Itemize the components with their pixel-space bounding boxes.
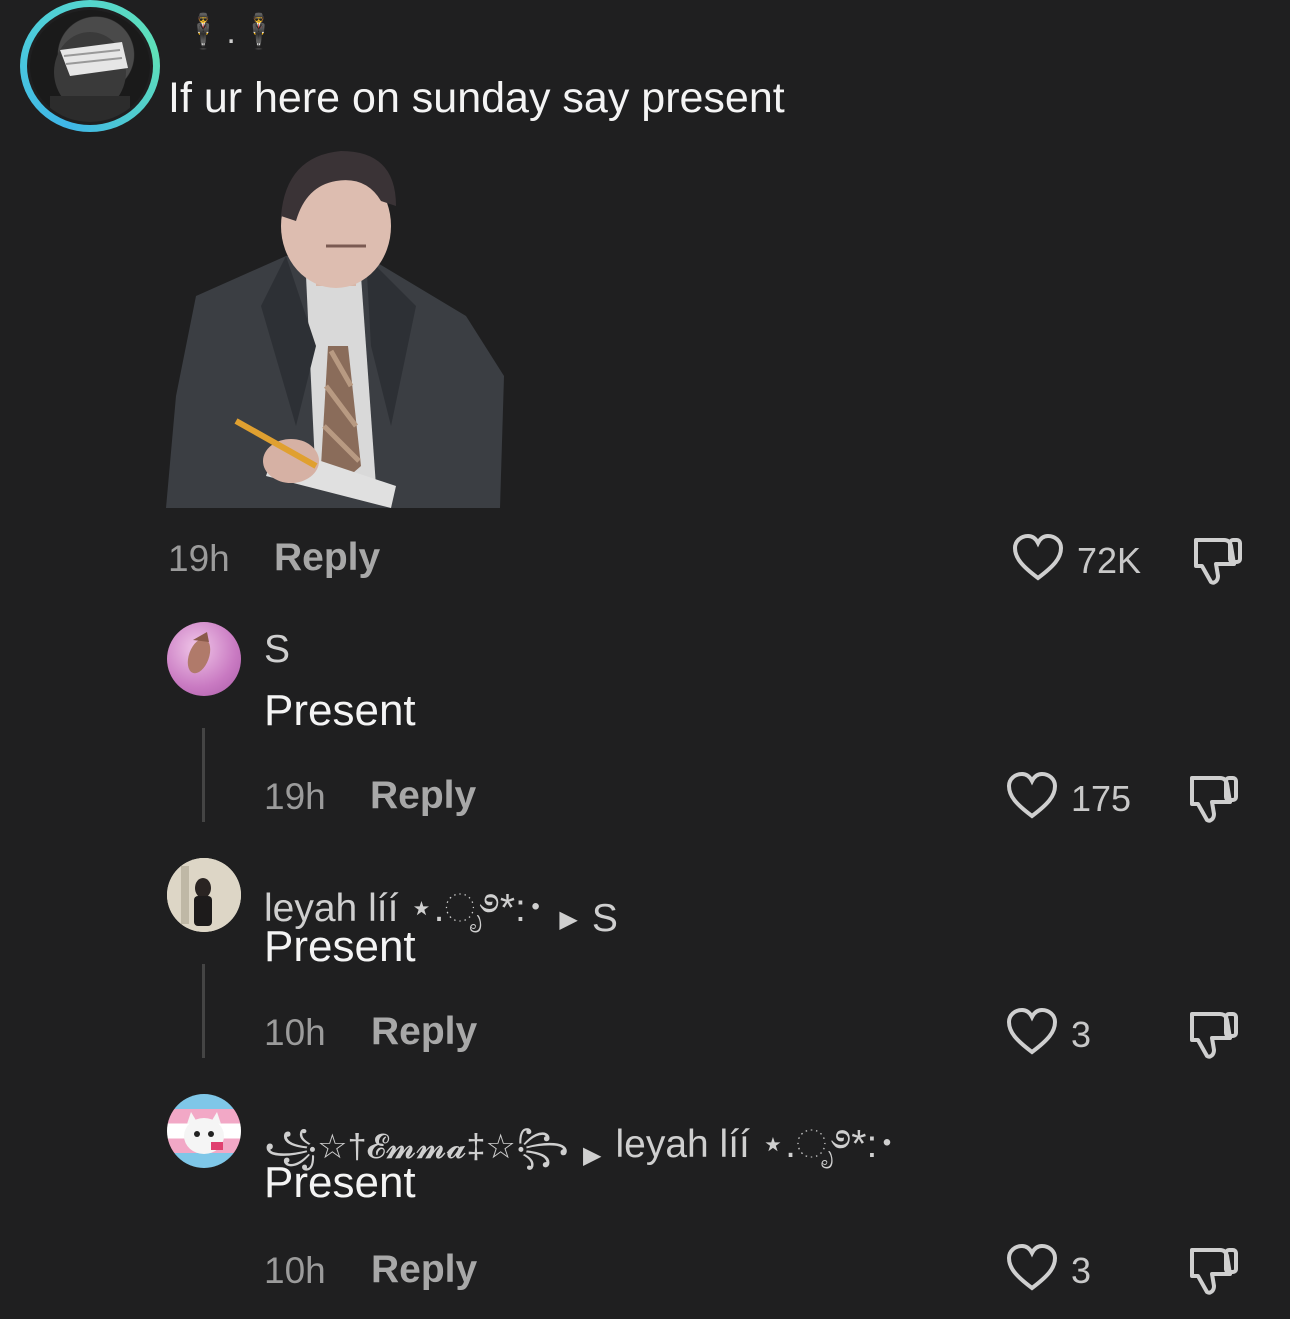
- reply-text: Present: [264, 922, 416, 971]
- reply-text: Present: [264, 1158, 416, 1207]
- reply-like-button[interactable]: [1006, 1008, 1058, 1056]
- reply-time: 10h: [264, 1012, 326, 1053]
- reply-text: Present: [264, 686, 416, 735]
- thread-line: [202, 728, 205, 822]
- reply-to-name[interactable]: S: [592, 897, 618, 941]
- reply-like-count: 175: [1071, 778, 1132, 819]
- reply-avatar[interactable]: [167, 1094, 241, 1168]
- author-username[interactable]: 🕴.🕴: [182, 12, 282, 52]
- reply-dislike-button[interactable]: [1186, 1008, 1240, 1060]
- reply-author-name[interactable]: S: [264, 628, 290, 672]
- reply-to-arrow-icon: ▶: [583, 1141, 602, 1169]
- reply-like-button[interactable]: [1006, 772, 1058, 820]
- reply-like-count: 3: [1071, 1014, 1092, 1055]
- reply-time: 10h: [264, 1250, 326, 1291]
- reply-to-name[interactable]: leyah líí ⋆.ೃ࿔*:･: [615, 1100, 896, 1210]
- reply-button[interactable]: Reply: [371, 1248, 477, 1292]
- reply-avatar[interactable]: [167, 858, 241, 932]
- heart-icon: [1006, 1008, 1058, 1055]
- reply-button[interactable]: Reply: [371, 1010, 477, 1054]
- reply-like-count: 3: [1071, 1250, 1092, 1291]
- author-avatar[interactable]: [20, 0, 160, 132]
- thumbs-down-icon: [1190, 1248, 1238, 1295]
- reply-time: 19h: [264, 776, 326, 817]
- post-reply-button[interactable]: Reply: [274, 536, 380, 580]
- post-like-count: 72K: [1077, 540, 1142, 581]
- post-text: If ur here on sunday say present: [168, 74, 785, 122]
- thumbs-down-icon: [1190, 776, 1238, 823]
- thumbs-down-icon: [1190, 1012, 1238, 1059]
- sticker-image: [166, 146, 506, 508]
- reply-avatar[interactable]: [167, 622, 241, 696]
- heart-icon: [1006, 772, 1058, 819]
- post-dislike-button[interactable]: [1190, 534, 1244, 586]
- reply-dislike-button[interactable]: [1186, 772, 1240, 824]
- author-avatar-image: [30, 10, 150, 122]
- reply-to-arrow-icon: ▶: [559, 905, 578, 933]
- reply-like-button[interactable]: [1006, 1244, 1058, 1292]
- thread-line: [202, 964, 205, 1058]
- post-like-button[interactable]: [1012, 534, 1064, 582]
- thumbs-down-icon: [1194, 538, 1242, 585]
- reply-dislike-button[interactable]: [1186, 1244, 1240, 1296]
- post-time: 19h: [168, 538, 230, 579]
- heart-icon: [1006, 1244, 1058, 1291]
- reply-button[interactable]: Reply: [370, 774, 476, 818]
- heart-icon: [1012, 534, 1064, 581]
